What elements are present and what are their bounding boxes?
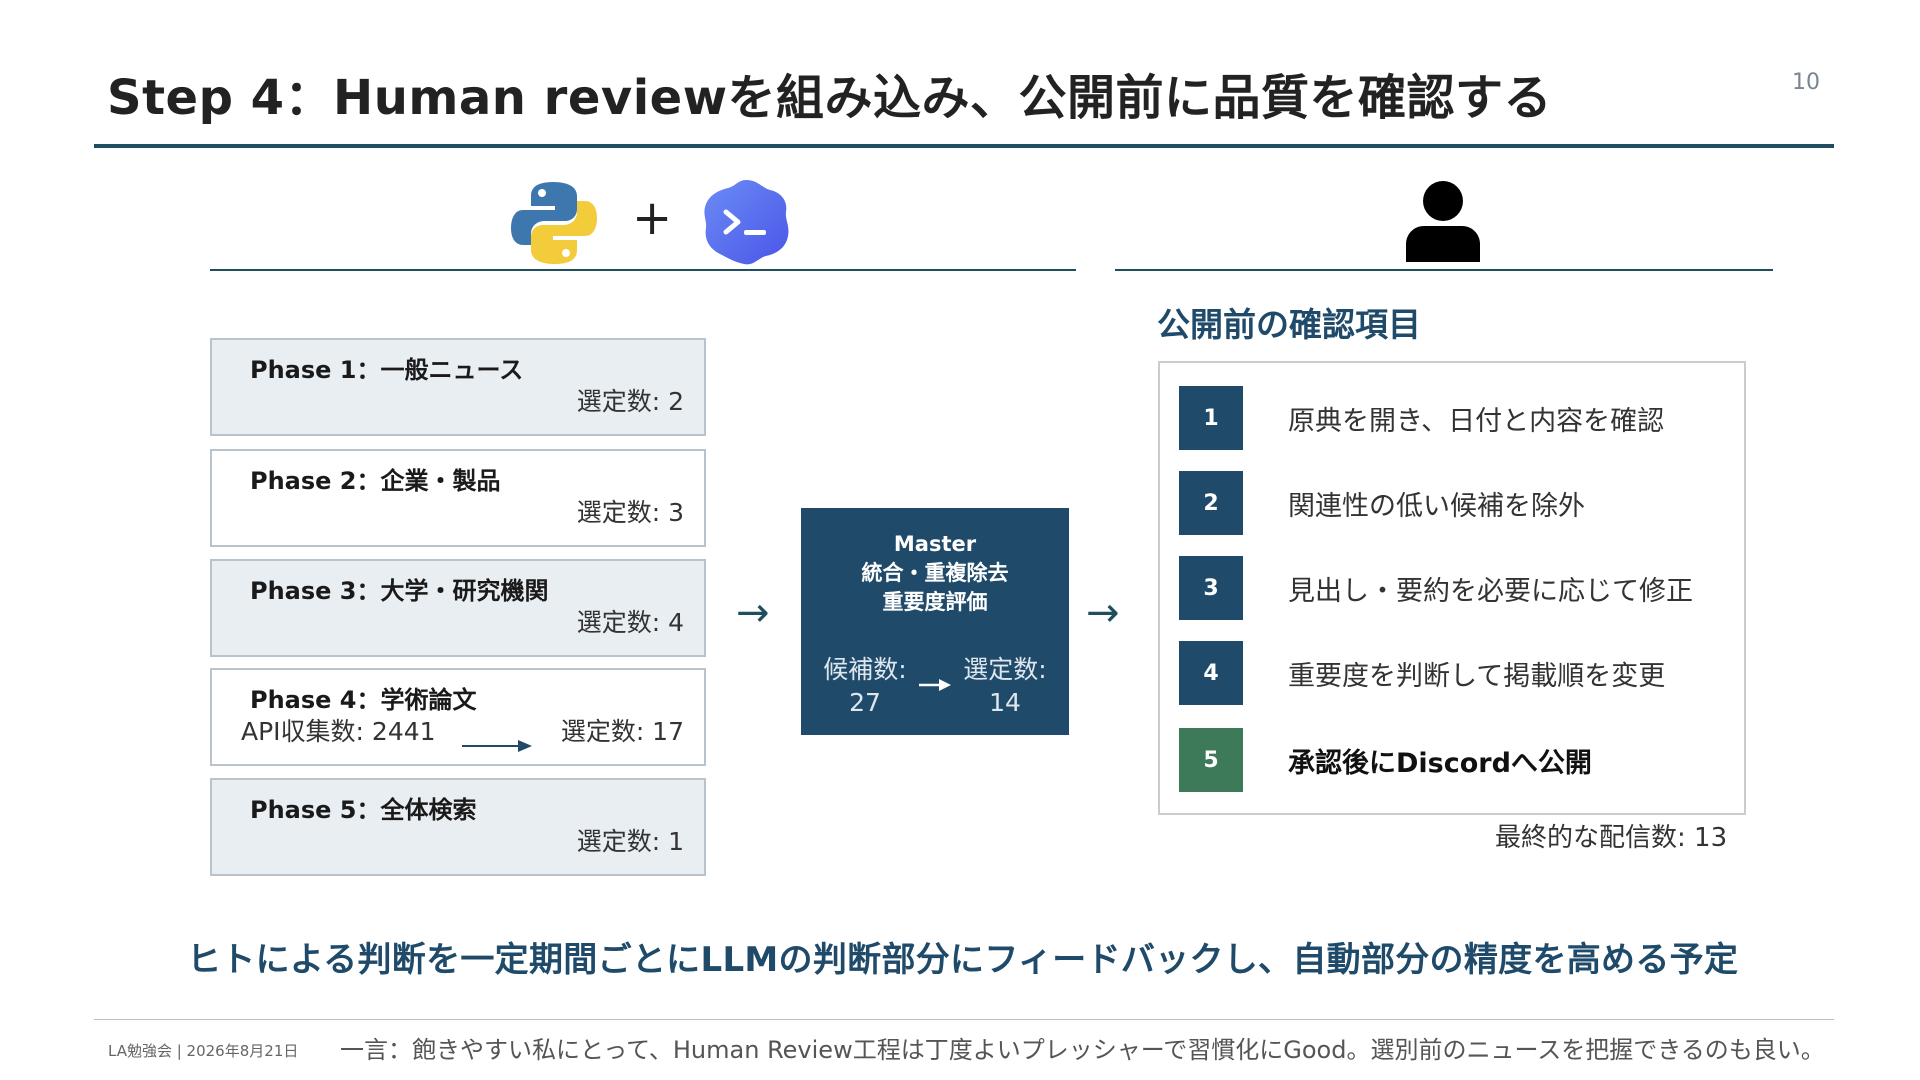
phase-selected-count: 選定数: 1 <box>576 827 684 856</box>
selected-value: 14 <box>989 688 1021 717</box>
arrow-right-icon <box>462 740 532 752</box>
check-number-1: 1 <box>1179 386 1243 450</box>
phase-title: Phase 5：全体検索 <box>250 796 477 824</box>
check-number-3: 3 <box>1179 556 1243 620</box>
check-item-4: 重要度を判断して掲載順を変更 <box>1288 661 1666 692</box>
check-item-3: 見出し・要約を必要に応じて修正 <box>1288 576 1693 607</box>
check-item-1: 原典を開き、日付と内容を確認 <box>1288 406 1665 437</box>
phase-title: Phase 3：大学・研究機関 <box>250 577 549 605</box>
arrow-to-master-icon: → <box>736 590 770 636</box>
phase-title: Phase 4：学術論文 <box>250 686 477 714</box>
review-checklist: 1 原典を開き、日付と内容を確認 2 関連性の低い候補を除外 3 見出し・要約を… <box>1158 361 1746 815</box>
plus-sign: + <box>632 190 673 246</box>
phase-selected-count: 選定数: 2 <box>576 387 684 416</box>
phase-selected-count: 選定数: 4 <box>576 608 684 637</box>
footer-comment: 一言：飽きやすい私にとって、Human Review工程は丁度よいプレッシャーで… <box>340 1036 1825 1064</box>
phase-card-3: Phase 3：大学・研究機関 選定数: 4 <box>210 559 706 657</box>
check-item-5: 承認後にDiscordへ公開 <box>1288 748 1592 779</box>
master-line-2: 統合・重複除去 <box>861 561 1009 585</box>
phase-card-1: Phase 1：一般ニュース 選定数: 2 <box>210 338 706 436</box>
candidates-value: 27 <box>849 688 881 717</box>
phase-selected-count: 選定数: 3 <box>576 498 684 527</box>
master-line-3: 重要度評価 <box>882 590 988 614</box>
key-message: ヒトによる判断を一定期間ごとにLLMの判断部分にフィードバックし、自動部分の精度… <box>187 940 1739 980</box>
phase-api-count: API収集数: 2441 <box>241 717 436 746</box>
phase-title: Phase 2：企業・製品 <box>250 467 501 495</box>
slide-title: Step 4：Human reviewを組み込み、公開前に品質を確認する <box>107 70 1553 126</box>
person-icon <box>1406 181 1480 262</box>
review-heading: 公開前の確認項目 <box>1157 305 1421 344</box>
phase-card-4: Phase 4：学術論文 API収集数: 2441 選定数: 17 <box>210 668 706 766</box>
python-logo-icon <box>511 182 597 264</box>
footer-event-date: LA勉強会 | 2026年8月21日 <box>108 1042 299 1060</box>
check-item-2: 関連性の低い候補を除外 <box>1288 491 1585 522</box>
candidates-label: 候補数: <box>823 655 907 684</box>
arrow-to-review-icon: → <box>1086 590 1120 636</box>
phase-card-5: Phase 5：全体検索 選定数: 1 <box>210 778 706 876</box>
terminal-app-icon <box>704 180 789 265</box>
master-candidates: 候補数: 27 <box>817 653 913 719</box>
check-number-5: 5 <box>1179 728 1243 792</box>
human-divider <box>1115 269 1773 271</box>
master-selected: 選定数: 14 <box>953 653 1057 719</box>
master-box: Master 統合・重複除去 重要度評価 候補数: 27 選定数: 14 <box>801 508 1069 735</box>
final-count: 最終的な配信数: 13 <box>1495 823 1728 853</box>
title-divider <box>94 144 1834 148</box>
automation-divider <box>210 269 1076 271</box>
selected-label: 選定数: <box>963 655 1047 684</box>
arrow-right-icon <box>919 679 951 691</box>
page-number: 10 <box>1792 70 1820 95</box>
phase-title: Phase 1：一般ニュース <box>250 356 524 384</box>
master-line-1: Master <box>893 532 977 556</box>
check-number-4: 4 <box>1179 641 1243 705</box>
check-number-2: 2 <box>1179 471 1243 535</box>
footer-divider <box>94 1019 1834 1020</box>
phase-selected-count: 選定数: 17 <box>560 717 684 746</box>
phase-card-2: Phase 2：企業・製品 選定数: 3 <box>210 449 706 547</box>
master-heading: Master 統合・重複除去 重要度評価 <box>801 530 1069 617</box>
